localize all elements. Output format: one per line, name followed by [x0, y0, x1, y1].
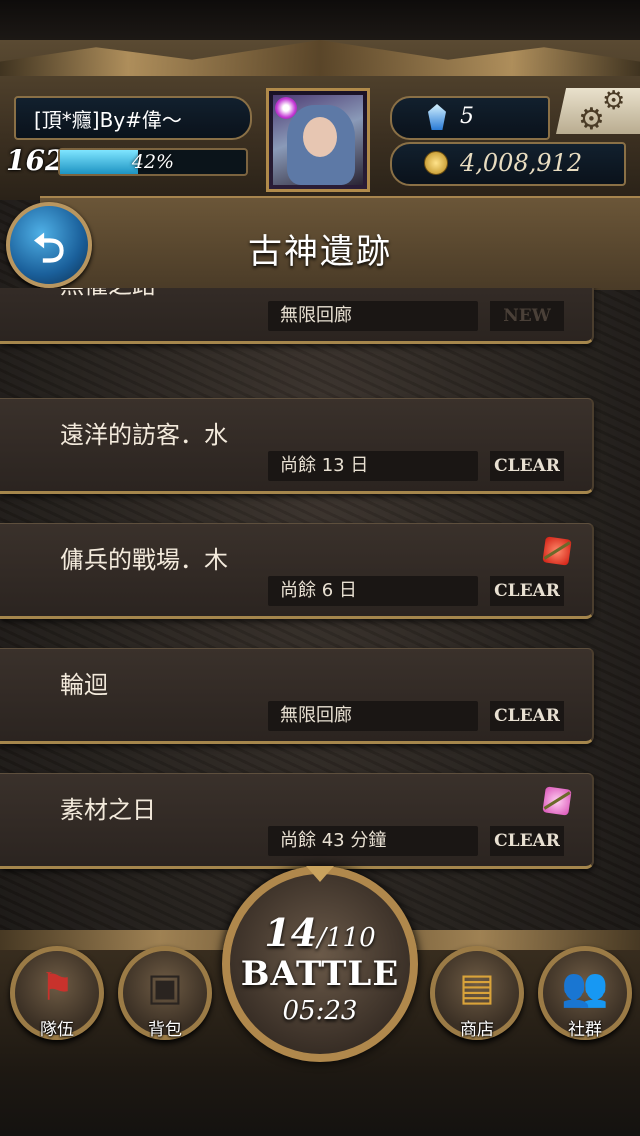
coin-icon: [424, 151, 448, 175]
friends-icon: 👥: [561, 965, 609, 1009]
dungeon-status-badge: CLEAR: [490, 701, 564, 731]
dungeon-name: 輪迴: [60, 671, 108, 699]
dungeon-period: 尚餘 6 日: [268, 576, 478, 606]
dungeon-name: 素材之日: [60, 796, 156, 824]
dungeon-period: 尚餘 43 分鐘: [268, 826, 478, 856]
heart-element-stamp-icon: [542, 786, 572, 816]
stamina-timer: 05:23: [282, 996, 358, 1026]
gem-counter[interactable]: 5: [390, 96, 550, 140]
player-name-bar[interactable]: [頂*癮]By#偉～: [14, 96, 252, 140]
dungeon-name: 傭兵的戰場．木: [60, 546, 228, 574]
nav-social-button[interactable]: 👥 社群: [538, 946, 632, 1040]
nav-team-button[interactable]: ⚑ 隊伍: [10, 946, 104, 1040]
nav-shop-label: 商店: [460, 1020, 494, 1040]
dungeon-status-badge: CLEAR: [490, 826, 564, 856]
nav-shop-button[interactable]: ▤ 商店: [430, 946, 524, 1040]
stamina-max: /110: [317, 923, 376, 953]
avatar-face: [303, 117, 337, 157]
dungeon-card[interactable]: 素材之日 尚餘 43 分鐘 CLEAR: [0, 773, 594, 869]
stamina-current: 14: [264, 910, 318, 955]
gem-icon: [428, 104, 446, 130]
fire-element-stamp-icon: [542, 536, 572, 566]
gear-icon: ⚙: [602, 86, 626, 116]
dungeon-status-badge: CLEAR: [490, 576, 564, 606]
nav-bag-label: 背包: [148, 1020, 182, 1040]
dungeon-name: 無懼之路: [60, 288, 156, 300]
battle-label: BATTLE: [240, 954, 400, 994]
dungeon-card[interactable]: 遠洋的訪客．水 尚餘 13 日 CLEAR: [0, 398, 594, 494]
coin-count: 4,008,912: [460, 149, 583, 177]
exp-percent: 42%: [131, 151, 175, 173]
gear-icon: ⚙: [578, 102, 605, 137]
dungeon-card[interactable]: 傭兵的戰場．木 尚餘 6 日 CLEAR: [0, 523, 594, 619]
dungeon-status-badge: NEW: [490, 301, 564, 331]
level-exp-panel: 162 42%: [2, 142, 254, 182]
top-band: [0, 0, 640, 40]
dungeon-period: 無限回廊: [268, 301, 478, 331]
battle-ornament-icon: [306, 866, 334, 882]
gem-count: 5: [460, 104, 474, 129]
dungeon-name: 遠洋的訪客．水: [60, 421, 228, 449]
element-orb-icon: [275, 97, 297, 119]
exp-bar: 42%: [58, 148, 248, 176]
leader-avatar[interactable]: [266, 88, 370, 192]
dungeon-period: 尚餘 13 日: [268, 451, 478, 481]
page-title: 古神遺跡: [248, 232, 392, 272]
player-name: [頂*癮]By#偉～: [34, 107, 182, 132]
coin-counter[interactable]: 4,008,912: [390, 142, 626, 186]
nav-social-label: 社群: [568, 1020, 602, 1040]
back-arrow-icon: ⮌: [32, 226, 66, 272]
dungeon-card[interactable]: 無懼之路 無限回廊 NEW: [0, 288, 594, 344]
dungeon-period: 無限回廊: [268, 701, 478, 731]
nav-bag-button[interactable]: ▣ 背包: [118, 946, 212, 1040]
back-button[interactable]: ⮌: [6, 202, 92, 288]
page-title-bar: 古神遺跡: [40, 196, 640, 290]
settings-button[interactable]: ⚙ ⚙: [556, 88, 640, 134]
dungeon-list[interactable]: 無懼之路 無限回廊 NEW 遠洋的訪客．水 尚餘 13 日 CLEAR 傭兵的戰…: [0, 288, 640, 888]
bag-icon: ▣: [147, 965, 183, 1009]
flag-icon: ⚑: [39, 965, 75, 1009]
nav-team-label: 隊伍: [40, 1020, 74, 1040]
player-level: 162: [6, 144, 65, 177]
dungeon-card[interactable]: 輪迴 無限回廊 CLEAR: [0, 648, 594, 744]
battle-button[interactable]: 14/110 BATTLE 05:23: [222, 866, 418, 1062]
stamina-display: 14/110: [230, 910, 410, 955]
treasure-chest-icon: ▤: [459, 965, 495, 1009]
dungeon-status-badge: CLEAR: [490, 451, 564, 481]
